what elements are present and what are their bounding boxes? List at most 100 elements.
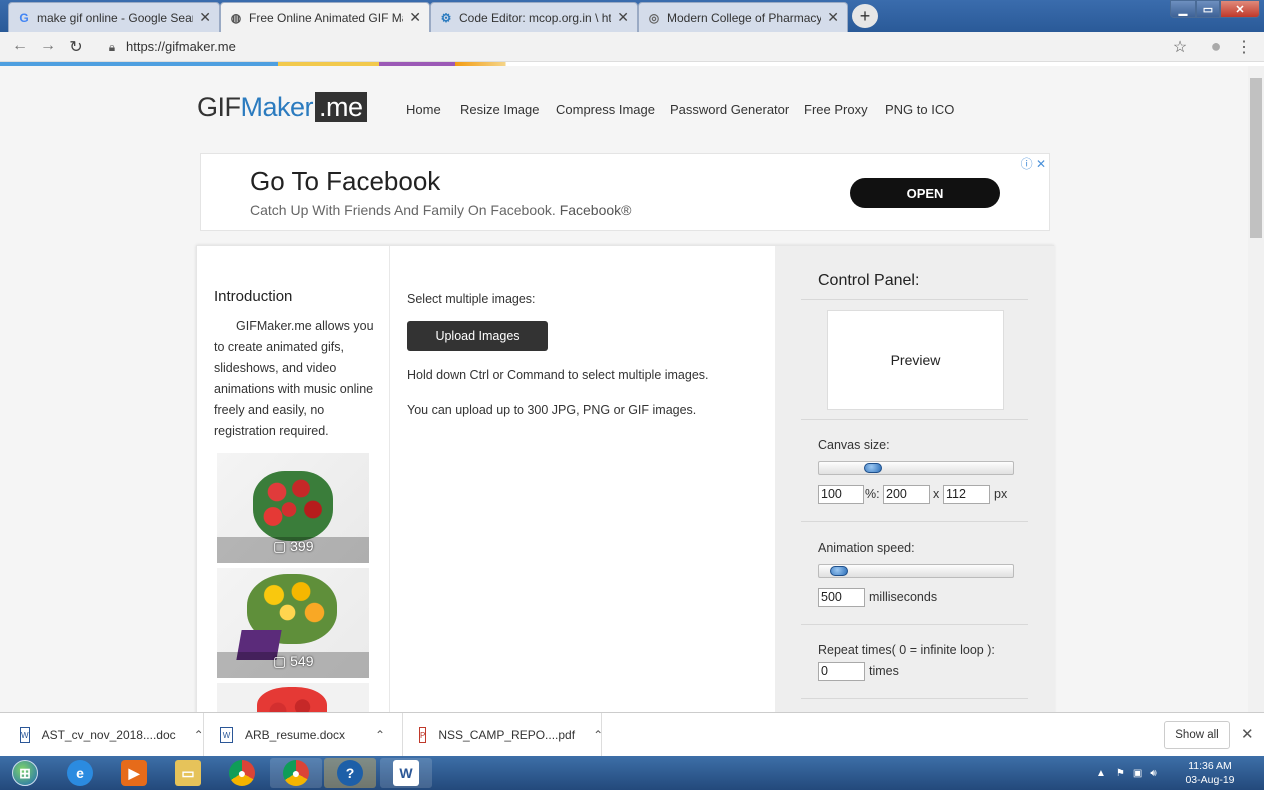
animation-speed-input[interactable]: 500: [818, 588, 865, 607]
chevron-up-icon[interactable]: ⌃: [194, 728, 204, 742]
chevron-up-icon[interactable]: ⌃: [593, 728, 603, 742]
download-filename: ARB_resume.docx: [245, 728, 346, 742]
canvas-width-input[interactable]: 200: [883, 485, 930, 504]
volume-icon[interactable]: 🔊︎: [1150, 768, 1156, 779]
tab-code-editor[interactable]: ⚙ Code Editor: mcop.org.in \ httpdocs ✕: [430, 2, 638, 32]
word-doc-icon: W: [220, 727, 233, 743]
profile-avatar-icon[interactable]: ●: [1206, 36, 1226, 57]
reload-icon[interactable]: ↻: [66, 37, 86, 57]
upload-hint-limit: You can upload up to 300 JPG, PNG or GIF…: [407, 403, 697, 417]
menu-dots-icon[interactable]: ⋮: [1234, 37, 1254, 57]
ad-subtitle: Catch Up With Friends And Family On Face…: [250, 202, 632, 218]
tab-gif-maker[interactable]: ◍ Free Online Animated GIF Maker ✕: [220, 2, 430, 32]
divider: [801, 521, 1028, 522]
tab-modern-college[interactable]: ◎ Modern College of Pharmacy Yamuna ✕: [638, 2, 848, 32]
intro-heading: Introduction: [214, 288, 293, 305]
minimize-icon[interactable]: ▁: [1170, 0, 1196, 18]
close-icon[interactable]: ✕: [199, 9, 211, 26]
site-logo[interactable]: GIFMaker .me: [197, 92, 367, 123]
google-icon: G: [19, 10, 29, 25]
taskbar-chrome-active[interactable]: ●: [270, 758, 322, 788]
ad-open-button[interactable]: OPEN: [850, 178, 1000, 208]
download-item[interactable]: W AST_cv_nov_2018....doc ⌃: [0, 713, 204, 757]
px-unit-label: px: [994, 487, 1008, 501]
nav-png-to-ico[interactable]: PNG to ICO: [885, 102, 954, 117]
nav-compress-image[interactable]: Compress Image: [556, 102, 655, 117]
red-roses-image: [253, 471, 333, 541]
flag-icon[interactable]: ⚑: [1116, 768, 1125, 779]
word-doc-icon: W: [20, 727, 30, 743]
slider-handle[interactable]: [864, 463, 882, 473]
windows-taskbar: ⊞ e ▶ ▭ ● ● ? W ▲ ⚑ ▣ 🔊︎ 11:36 AM 03-Aug…: [0, 756, 1264, 790]
divider: [801, 624, 1028, 625]
show-all-button[interactable]: Show all: [1164, 721, 1230, 749]
close-icon[interactable]: ✕: [617, 9, 629, 26]
taskbar-word[interactable]: W: [380, 758, 432, 788]
maximize-icon[interactable]: ▭: [1196, 0, 1220, 18]
ad-count-value: 549: [290, 653, 314, 669]
nav-home[interactable]: Home: [406, 102, 441, 117]
ad-title[interactable]: Go To Facebook: [250, 166, 440, 197]
canvas-percent-input[interactable]: 100: [818, 485, 864, 504]
college-icon: ◎: [648, 10, 660, 25]
globe-icon: ◍: [230, 10, 242, 25]
close-icon[interactable]: ✕: [409, 9, 421, 26]
red-roses-image: [257, 687, 327, 712]
canvas-size-slider[interactable]: [818, 461, 1014, 475]
chrome-icon: ●: [283, 760, 309, 786]
taskbar-media-player[interactable]: ▶: [108, 758, 160, 788]
slider-handle[interactable]: [830, 566, 848, 576]
animation-speed-slider[interactable]: [818, 564, 1014, 578]
tab-google-search[interactable]: G make gif online - Google Search ✕: [8, 2, 220, 32]
tab-label: make gif online - Google Search: [37, 10, 194, 25]
show-hidden-icons-icon[interactable]: ▲: [1096, 768, 1106, 779]
new-tab-button[interactable]: +: [852, 4, 878, 28]
repeat-times-label: Repeat times( 0 = infinite loop ):: [818, 643, 995, 657]
download-filename: NSS_CAMP_REPO....pdf: [438, 728, 576, 742]
ad-banner[interactable]: Go To Facebook Catch Up With Friends And…: [200, 153, 1050, 231]
taskbar-clock[interactable]: 11:36 AM 03-Aug-19: [1178, 759, 1242, 787]
control-panel: Control Panel: Preview Canvas size: 100 …: [775, 246, 1055, 712]
flower-ad-image[interactable]: ▢ 549: [217, 568, 369, 678]
ad-close-icon[interactable]: ⓘ ✕: [1021, 155, 1046, 172]
tab-label: Code Editor: mcop.org.in \ httpdocs: [459, 10, 612, 25]
start-button[interactable]: ⊞: [0, 758, 50, 788]
upload-hint-ctrl: Hold down Ctrl or Command to select mult…: [407, 368, 709, 382]
address-bar[interactable]: https://gifmaker.me: [126, 39, 236, 54]
chevron-up-icon[interactable]: ⌃: [375, 728, 385, 742]
nav-resize-image[interactable]: Resize Image: [460, 102, 539, 117]
taskbar-chrome[interactable]: ●: [216, 758, 268, 788]
taskbar-help[interactable]: ?: [324, 758, 376, 788]
star-icon[interactable]: ☆: [1170, 37, 1190, 57]
download-item[interactable]: P NSS_CAMP_REPO....pdf ⌃: [403, 713, 603, 757]
word-icon: W: [393, 760, 419, 786]
nav-password-generator[interactable]: Password Generator: [670, 102, 789, 117]
canvas-height-input[interactable]: 112: [943, 485, 990, 504]
control-panel-heading: Control Panel:: [818, 272, 920, 289]
back-arrow-icon[interactable]: ←: [10, 37, 30, 55]
window-close-icon[interactable]: ✕: [1220, 0, 1260, 18]
download-item[interactable]: W ARB_resume.docx ⌃: [204, 713, 403, 757]
ad-count-value: 399: [290, 538, 314, 554]
page-scrollbar[interactable]: [1248, 66, 1264, 712]
downloads-bar: W AST_cv_nov_2018....doc ⌃ W ARB_resume.…: [0, 712, 1264, 757]
tab-label: Free Online Animated GIF Maker: [249, 10, 403, 25]
taskbar-explorer[interactable]: ▭: [162, 758, 214, 788]
close-icon[interactable]: ✕: [1241, 725, 1254, 743]
speed-unit-label: milliseconds: [869, 590, 938, 604]
preview-button[interactable]: Preview: [827, 310, 1004, 410]
flower-ad-image[interactable]: [217, 683, 369, 712]
intro-text: GIFMaker.me allows you to create animate…: [214, 319, 374, 438]
repeat-times-input[interactable]: 0: [818, 662, 865, 681]
network-icon[interactable]: ▣: [1133, 768, 1142, 779]
nav-free-proxy[interactable]: Free Proxy: [804, 102, 868, 117]
flower-ad-image[interactable]: ▢ 399: [217, 453, 369, 563]
web-page: GIFMaker .me Home Resize Image Compress I…: [0, 66, 1248, 712]
close-icon[interactable]: ✕: [827, 9, 839, 26]
scrollbar-thumb[interactable]: [1250, 78, 1262, 238]
forward-arrow-icon[interactable]: →: [38, 37, 58, 55]
logo-maker-text: Maker: [240, 92, 314, 122]
upload-images-button[interactable]: Upload Images: [407, 321, 548, 351]
divider: [801, 698, 1028, 699]
taskbar-ie[interactable]: e: [54, 758, 106, 788]
